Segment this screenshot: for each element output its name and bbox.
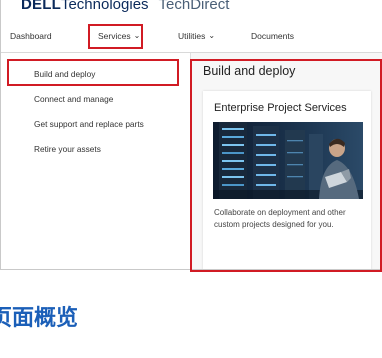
build-deploy-highlight-box [7,59,179,86]
product-name: TechDirect [158,0,230,13]
menu-item-retire-assets[interactable]: Retire your assets [34,144,101,154]
dell-logo: DELL [21,0,61,13]
nav-documents[interactable]: Documents [251,31,294,41]
nav-utilities[interactable]: Utilities ⌄ [178,31,215,41]
services-highlight-box [88,24,143,49]
brand-logo[interactable]: DELL Technologies TechDirect [21,0,229,16]
menu-item-get-support[interactable]: Get support and replace parts [34,119,144,129]
technologies-wordmark: Technologies [60,0,149,13]
panel-highlight-box [190,59,382,272]
nav-utilities-label: Utilities [178,31,206,41]
page-overview-heading: 页面概览 [0,300,78,332]
page-overview-heading-text: 页面概览 [0,306,79,331]
nav-dashboard-label: Dashboard [10,31,52,41]
top-navigation: Dashboard Services ⌄ Utilities ⌄ Documents [1,22,382,53]
services-submenu: Build and deploy Connect and manage Get … [1,53,191,269]
nav-documents-label: Documents [251,31,294,41]
menu-item-connect-and-manage[interactable]: Connect and manage [34,94,113,104]
chevron-down-icon: ⌄ [208,31,216,40]
nav-dashboard[interactable]: Dashboard [10,31,52,41]
